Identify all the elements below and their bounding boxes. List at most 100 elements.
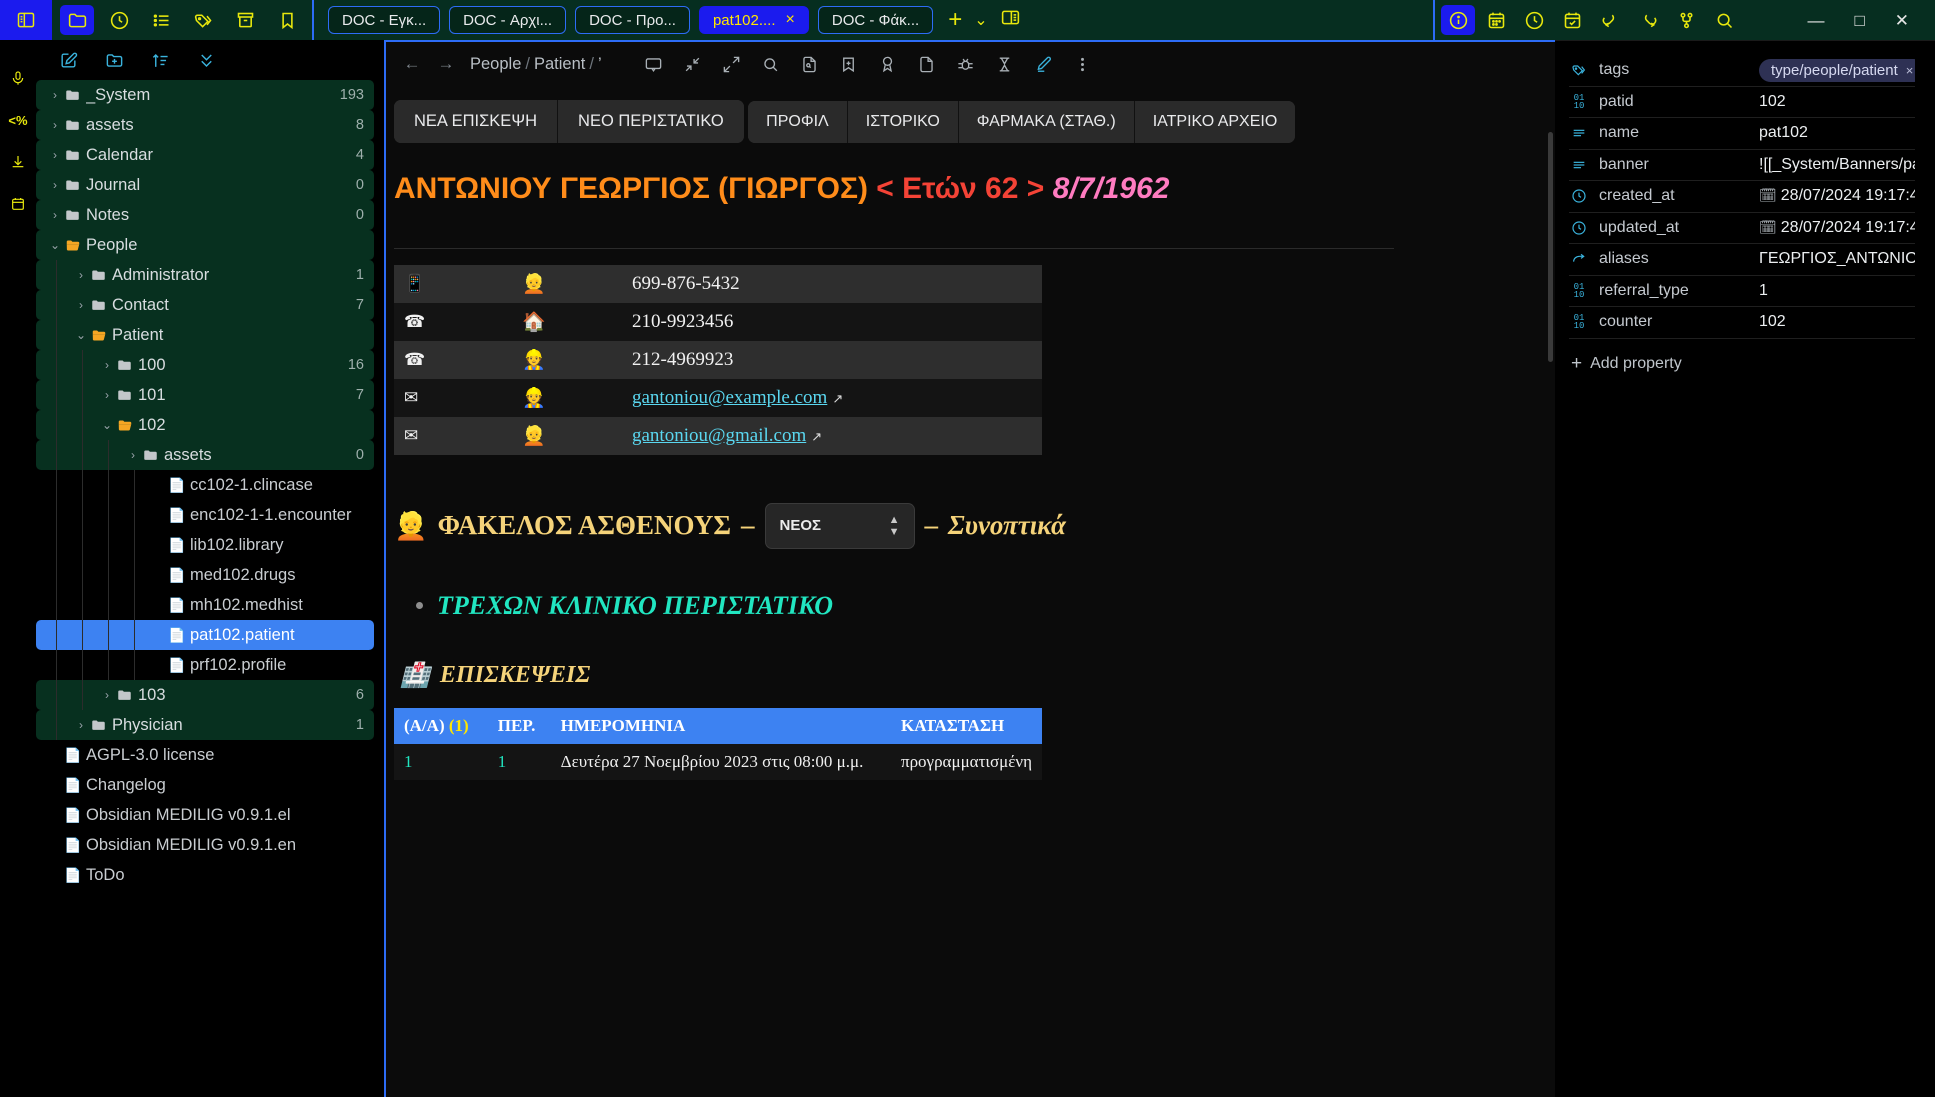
code-percent-icon[interactable]: <% (6, 110, 30, 130)
new-folder-icon[interactable] (104, 50, 124, 70)
chevron-right-icon[interactable]: › (124, 448, 142, 462)
property-value[interactable]: type/people/patient × (1759, 58, 1915, 82)
maximize-button[interactable]: □ (1854, 12, 1864, 29)
tree-file-obsidian-medilig-v0-9-1-el[interactable]: 📄 Obsidian MEDILIG v0.9.1.el (36, 800, 374, 830)
tag-pill[interactable]: type/people/patient × (1759, 58, 1915, 82)
forward-button[interactable]: → (436, 54, 456, 74)
search-icon[interactable] (1707, 5, 1741, 35)
tree-folder-administrator[interactable]: › Administrator 1 (36, 260, 374, 290)
tree-file-med102-drugs[interactable]: 📄 med102.drugs (36, 560, 374, 590)
property-value[interactable]: 1 (1759, 282, 1915, 300)
contact-link[interactable]: gantoniou@example.com (632, 387, 827, 408)
property-key[interactable]: counter (1599, 313, 1749, 331)
back-button[interactable]: ← (402, 54, 422, 74)
microphone-icon[interactable] (6, 68, 30, 88)
tree-folder-journal[interactable]: › Journal 0 (36, 170, 374, 200)
folder-status-select[interactable]: ΝΕΟΣ ▲ ▼ (764, 502, 915, 549)
chevron-down-icon[interactable]: ⌄ (46, 238, 64, 252)
tree-folder-101[interactable]: › 101 7 (36, 380, 374, 410)
page-icon[interactable] (917, 54, 937, 74)
file-search-icon[interactable] (800, 54, 820, 74)
tree-folder-assets[interactable]: › assets 0 (36, 440, 374, 470)
calendar-check-icon[interactable] (1555, 5, 1589, 35)
tree-file-obsidian-medilig-v0-9-1-en[interactable]: 📄 Obsidian MEDILIG v0.9.1.en (36, 830, 374, 860)
split-pane-icon[interactable] (1000, 7, 1021, 33)
note-scrollbar[interactable] (1548, 132, 1553, 362)
tab-medical-record[interactable]: ΙΑΤΡΙΚΟ ΑΡΧΕΙΟ (1134, 101, 1296, 143)
info-icon[interactable] (1441, 5, 1476, 35)
sort-icon[interactable] (150, 50, 170, 70)
more-options-icon[interactable] (1073, 54, 1093, 74)
chevron-right-icon[interactable]: › (46, 208, 64, 222)
chevron-right-icon[interactable]: › (72, 718, 90, 732)
property-key[interactable]: referral_type (1599, 282, 1749, 300)
tree-file-todo[interactable]: 📄 ToDo (36, 860, 374, 890)
sidebar-toggle-button[interactable] (0, 0, 52, 40)
tree-file-mh102-medhist[interactable]: 📄 mh102.medhist (36, 590, 374, 620)
tab-doc-2[interactable]: DOC - Αρχι... (449, 6, 567, 34)
new-incident-button[interactable]: ΝΕΟ ΠΕΡΙΣΤΑΤΙΚΟ (558, 100, 744, 143)
contact-value[interactable]: gantoniou@example.com ↗ (622, 379, 1042, 417)
add-property-button[interactable]: + Add property (1569, 339, 1915, 375)
bookmark-add-icon[interactable] (839, 54, 859, 74)
tree-folder-assets[interactable]: › assets 8 (36, 110, 374, 140)
clock-icon[interactable] (1517, 5, 1551, 35)
tree-folder-notes[interactable]: › Notes 0 (36, 200, 374, 230)
new-tab-button[interactable]: + (948, 8, 962, 32)
tree-folder-physician[interactable]: › Physician 1 (36, 710, 374, 740)
tags-icon[interactable] (186, 5, 220, 35)
hourglass-icon[interactable] (995, 54, 1015, 74)
new-note-icon[interactable] (58, 50, 78, 70)
link-back-icon[interactable] (1593, 5, 1627, 35)
file-tree[interactable]: › _System 193 › assets 8 › Calendar 4 › Journal 0 › N… (36, 80, 384, 1097)
tree-file-cc102-1-clincase[interactable]: 📄 cc102-1.clincase (36, 470, 374, 500)
property-key[interactable]: banner (1599, 156, 1749, 174)
property-value[interactable]: 🗓 28/07/2024 19:17:41 (1759, 219, 1915, 237)
chevron-right-icon[interactable]: › (46, 148, 64, 162)
tree-file-prf102-profile[interactable]: 📄 prf102.profile (36, 650, 374, 680)
bug-icon[interactable] (956, 54, 976, 74)
minimize-button[interactable]: — (1807, 12, 1824, 29)
breadcrumb[interactable]: People / Patient /’ (470, 55, 602, 74)
tab-doc-3[interactable]: DOC - Προ... (575, 6, 690, 34)
chevron-right-icon[interactable]: › (72, 298, 90, 312)
tree-file-enc102-1-1-encounter[interactable]: 📄 enc102-1-1.encounter (36, 500, 374, 530)
tree-folder-100[interactable]: › 100 16 (36, 350, 374, 380)
new-visit-button[interactable]: ΝΕΑ ΕΠΙΣΚΕΨΗ (394, 100, 559, 143)
presentation-icon[interactable] (644, 54, 664, 74)
contact-link[interactable]: gantoniou@gmail.com (632, 425, 806, 446)
property-key[interactable]: aliases (1599, 250, 1749, 268)
chevron-right-icon[interactable]: › (98, 688, 116, 702)
chevron-down-icon[interactable]: ⌄ (98, 418, 116, 432)
collapse-icon[interactable] (683, 54, 703, 74)
tree-folder-102[interactable]: ⌄ 102 (36, 410, 374, 440)
property-value[interactable]: ![[_System/Banners/patient_banner.png]] (1759, 156, 1915, 174)
tree-file-changelog[interactable]: 📄 Changelog (36, 770, 374, 800)
chevron-right-icon[interactable]: › (46, 88, 64, 102)
tree-file-agpl-3-0-license[interactable]: 📄 AGPL-3.0 license (36, 740, 374, 770)
folder-icon[interactable] (60, 5, 94, 35)
tab-pat102[interactable]: pat102.... × (698, 6, 809, 34)
property-key[interactable]: patid (1599, 93, 1749, 111)
chevron-right-icon[interactable]: › (46, 118, 64, 132)
close-button[interactable]: ✕ (1895, 12, 1909, 29)
chevron-right-icon[interactable]: › (72, 268, 90, 282)
property-value[interactable]: pat102 (1759, 124, 1915, 142)
remove-tag-icon[interactable]: × (1906, 63, 1914, 78)
tree-file-pat102-patient[interactable]: 📄 pat102.patient (36, 620, 374, 650)
tab-history[interactable]: ΙΣΤΟΡΙΚΟ (847, 101, 959, 143)
current-clinical-case-item[interactable]: ΤΡΕΧΩΝ ΚΛΙΝΙΚΟ ΠΕΡΙΣΤΑΤΙΚΟ (416, 591, 1394, 621)
close-icon[interactable]: × (786, 12, 795, 28)
chevron-down-icon[interactable]: ⌄ (72, 328, 90, 342)
tree-folder-calendar[interactable]: › Calendar 4 (36, 140, 374, 170)
tab-doc-1[interactable]: DOC - Εγκ... (328, 6, 441, 34)
chevron-right-icon[interactable]: › (46, 178, 64, 192)
calendar-icon[interactable] (1479, 5, 1513, 35)
link-forward-icon[interactable] (1631, 5, 1665, 35)
tree-folder-patient[interactable]: ⌄ Patient (36, 320, 374, 350)
git-graph-icon[interactable] (1669, 5, 1703, 35)
tab-profile[interactable]: ΠΡΟΦΙΛ (748, 101, 848, 143)
property-key[interactable]: updated_at (1599, 219, 1749, 237)
tree-file-lib102-library[interactable]: 📄 lib102.library (36, 530, 374, 560)
property-value[interactable]: 🗓 28/07/2024 19:17:41 (1759, 187, 1915, 205)
